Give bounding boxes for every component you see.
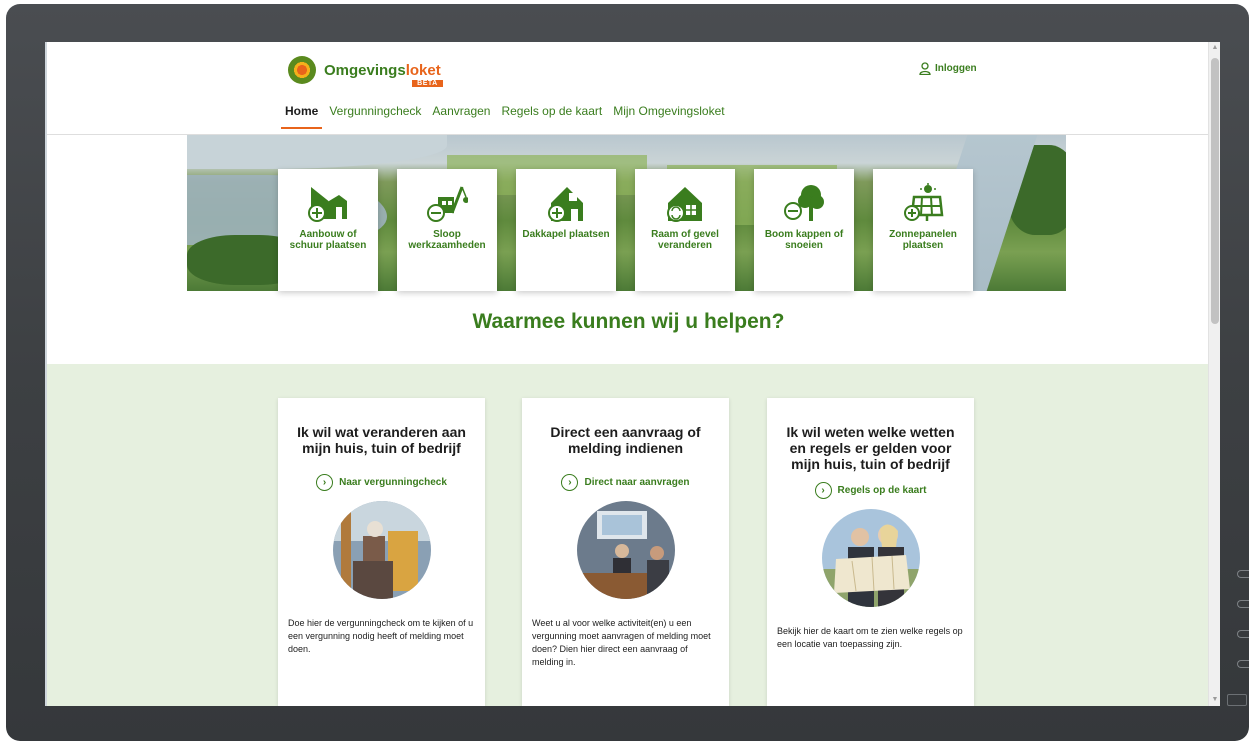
- help-heading: Waarmee kunnen wij u helpen?: [472, 310, 785, 333]
- monitor-side-buttons: [1235, 564, 1249, 684]
- tile-label: Dakkapel plaatsen: [522, 229, 610, 240]
- nav-item-vergunningcheck[interactable]: Vergunningcheck: [325, 98, 425, 129]
- tile-label: Raam of gevel veranderen: [651, 229, 719, 251]
- chevron-right-icon: ›: [561, 474, 579, 491]
- photo-people-with-map: [821, 509, 920, 607]
- card-description: Bekijk hier de kaart om te zien welke re…: [777, 626, 963, 649]
- monitor-button: [1237, 630, 1249, 638]
- card-link-label: Direct naar aanvragen: [584, 477, 690, 488]
- login-label: Inloggen: [935, 63, 977, 74]
- logo-accent: loket: [405, 61, 441, 79]
- beta-badge: BETA: [412, 79, 443, 87]
- monitor-button: [1237, 660, 1249, 668]
- main-nav: Home Vergunningcheck Aanvragen Regels op…: [281, 98, 732, 129]
- link-naar-vergunningcheck[interactable]: › Naar vergunningcheck: [316, 474, 447, 491]
- tile-raam-gevel[interactable]: Raam of gevel veranderen: [635, 169, 735, 291]
- link-regels-op-de-kaart[interactable]: › Regels op de kaart: [814, 482, 927, 499]
- site-logo[interactable]: Omgevingsloket BETA: [288, 56, 443, 87]
- nav-item-mijn-omgevingsloket[interactable]: Mijn Omgevingsloket: [609, 98, 728, 129]
- card-title: Ik wil weten welke wetten en regels er g…: [786, 424, 955, 472]
- solar-panel-icon: [904, 183, 944, 221]
- card-vergunningcheck: Ik wil wat veranderen aan mijn huis, tui…: [278, 398, 485, 706]
- link-direct-naar-aanvragen[interactable]: › Direct naar aanvragen: [561, 474, 690, 491]
- nav-item-home[interactable]: Home: [281, 98, 323, 129]
- scroll-up-icon[interactable]: ▲: [1209, 42, 1220, 54]
- card-title: Ik wil wat veranderen aan mijn huis, tui…: [297, 424, 466, 456]
- tile-aanbouw[interactable]: Aanbouw of schuur plaatsen: [278, 169, 378, 291]
- logo-text: Omgevingsloket BETA: [324, 61, 443, 87]
- card-regels-op-de-kaart: Ik wil weten welke wetten en regels er g…: [767, 398, 974, 706]
- monitor-button: [1237, 570, 1249, 578]
- nav-item-aanvragen[interactable]: Aanvragen: [428, 98, 494, 129]
- user-icon: [919, 62, 931, 75]
- demolition-crane-icon: [427, 186, 468, 222]
- login-link[interactable]: Inloggen: [919, 62, 977, 75]
- tile-label: Boom kappen of snoeien: [764, 229, 844, 251]
- photo-construction-worker: [332, 501, 431, 599]
- power-button: [1227, 694, 1247, 706]
- monitor-button: [1237, 600, 1249, 608]
- tile-zonnepanelen[interactable]: Zonnepanelen plaatsen: [873, 169, 973, 291]
- quick-tasks: Aanbouw of schuur plaatsen Sloop werkzaa…: [278, 169, 992, 291]
- tile-sloop[interactable]: Sloop werkzaamheden: [397, 169, 497, 291]
- tile-label: Aanbouw of schuur plaatsen: [289, 229, 367, 251]
- tile-dakkapel[interactable]: Dakkapel plaatsen: [516, 169, 616, 291]
- logo-mark-icon: [288, 56, 316, 84]
- card-link-label: Naar vergunningcheck: [339, 477, 447, 488]
- chevron-right-icon: ›: [316, 474, 334, 491]
- chevron-right-icon: ›: [814, 482, 832, 499]
- card-description: Weet u al voor welke activiteit(en) u ee…: [532, 618, 711, 667]
- tile-label: Sloop werkzaamheden: [408, 229, 486, 251]
- house-extension-icon: [308, 187, 347, 222]
- nav-item-regels-op-de-kaart[interactable]: Regels op de kaart: [497, 98, 606, 129]
- tile-boom[interactable]: Boom kappen of snoeien: [754, 169, 854, 291]
- tree-icon: [784, 185, 824, 221]
- logo-main: Omgevings: [324, 61, 406, 79]
- tile-label: Zonnepanelen plaatsen: [889, 229, 957, 251]
- scroll-down-icon[interactable]: ▼: [1209, 694, 1220, 706]
- window-facade-icon: [667, 187, 702, 222]
- site-header: Omgevingsloket BETA Inloggen Home Vergun…: [47, 42, 1210, 135]
- dormer-house-icon: [548, 187, 583, 222]
- scrollbar-thumb[interactable]: [1211, 58, 1219, 324]
- vertical-scrollbar[interactable]: ▲ ▼: [1208, 42, 1220, 706]
- card-link-label: Regels op de kaart: [837, 485, 927, 496]
- card-description: Doe hier de vergunningcheck om te kijken…: [288, 618, 474, 654]
- photo-service-desk: [576, 501, 675, 599]
- card-aanvragen: Direct een aanvraag of melding indienen …: [522, 398, 729, 706]
- card-title: Direct een aanvraag of melding indienen: [550, 424, 701, 456]
- browser-viewport: Omgevingsloket BETA Inloggen Home Vergun…: [45, 42, 1220, 706]
